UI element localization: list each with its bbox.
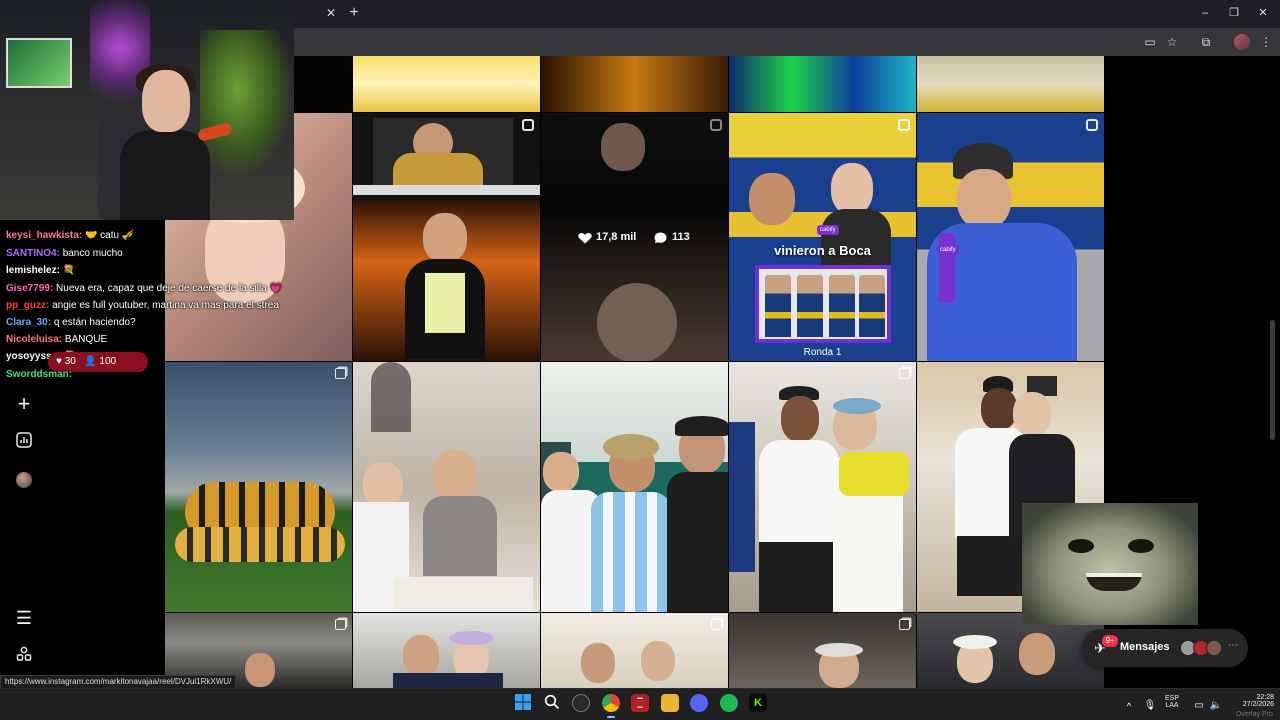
reel-title-text: vinieron a Boca <box>774 243 871 258</box>
carousel-icon <box>711 619 722 630</box>
chat-message: lemishelez: 💐 <box>6 265 76 276</box>
carousel-icon <box>899 368 910 379</box>
cat-meme-overlay <box>1022 503 1198 625</box>
reel-icon <box>710 119 722 131</box>
dashboard-chart-icon[interactable] <box>14 432 34 452</box>
profile-avatar[interactable] <box>16 472 32 488</box>
more-icon: ⋯ <box>1228 640 1238 651</box>
kick-icon[interactable]: K <box>749 694 767 712</box>
extensions-icon[interactable]: ⧉ <box>1198 34 1214 50</box>
create-plus-icon[interactable]: + <box>14 393 34 415</box>
obs-icon[interactable] <box>572 694 590 712</box>
chrome-icon[interactable] <box>602 694 620 712</box>
carousel-icon <box>899 619 910 630</box>
language-indicator[interactable]: ESP LAA <box>1160 695 1184 709</box>
screen: ✕ + – ❐ ✕ ▭ ☆ ⧉ ⋮ + ☰ 17,8 mil 113 cabif… <box>0 0 1280 720</box>
viewers-icon: 👤 <box>84 356 97 367</box>
windows-start-icon[interactable] <box>514 694 532 712</box>
chevron-up-icon[interactable]: ^ <box>1120 697 1138 715</box>
grid-tile[interactable] <box>729 613 916 688</box>
reel-icon <box>1086 119 1098 131</box>
search-icon[interactable] <box>543 694 561 712</box>
grid-tile[interactable] <box>353 113 540 361</box>
grid-tile[interactable] <box>541 56 728 112</box>
network-icon[interactable]: ▭ <box>1190 697 1208 715</box>
unread-badge: 9+ <box>1102 635 1118 647</box>
streamer-webcam <box>0 0 294 220</box>
browser-profile-avatar[interactable] <box>1234 34 1250 50</box>
volume-icon[interactable]: 🔈 <box>1207 697 1225 715</box>
grid-tile[interactable] <box>729 56 916 112</box>
streamer <box>120 64 233 220</box>
heart-icon: ♥ <box>56 356 62 367</box>
carousel-icon <box>335 368 346 379</box>
page-scrollbar[interactable] <box>1270 320 1275 440</box>
reel-icon <box>898 119 910 131</box>
messages-label: Mensajes <box>1120 641 1170 653</box>
comment-icon <box>654 232 667 244</box>
new-tab-button[interactable]: + <box>346 4 362 22</box>
kebab-menu-icon[interactable]: ⋮ <box>1258 34 1274 50</box>
players-card <box>755 265 891 343</box>
profile-posts-grid: 17,8 mil 113 cabify vinieron a Boca Rond… <box>165 56 1105 688</box>
chat-message: Sworddsman: <box>6 369 73 380</box>
cast-icon[interactable]: ▭ <box>1142 34 1158 50</box>
heart-icon <box>578 233 592 244</box>
grid-tile[interactable] <box>917 56 1104 112</box>
grid-tile[interactable]: cabify <box>917 113 1104 361</box>
tab-close-icon[interactable]: ✕ <box>324 6 338 20</box>
chat-message: Nicoleluisa: BANQUE <box>6 334 108 345</box>
clock[interactable]: 22:28 27/2/2026 <box>1224 694 1274 708</box>
multitwitch-icon[interactable]: ▬ ▬ <box>631 694 649 712</box>
discord-icon[interactable] <box>690 694 708 712</box>
likes-count: 17,8 mil <box>596 231 637 243</box>
watermark: Overlay Pro <box>1236 711 1273 718</box>
chat-message: pp_guzz: angie es full youtuber, martina… <box>6 300 279 311</box>
cabify-mic-label: cabify <box>937 245 959 255</box>
grid-tile[interactable]: 17,8 mil 113 <box>541 113 728 361</box>
star-icon[interactable]: ☆ <box>1164 34 1180 50</box>
chat-message: keysi_hawkista: 🤝 catu 🎺 <box>6 230 135 241</box>
close-window-button[interactable]: ✕ <box>1254 6 1272 20</box>
webcam-monitor <box>6 38 72 88</box>
comments-count: 113 <box>672 231 690 243</box>
cabify-mic-label: cabify <box>817 225 839 235</box>
file-explorer-icon[interactable] <box>661 694 679 712</box>
grid-tile[interactable] <box>541 362 728 612</box>
messages-button[interactable]: ✈ 9+ Mensajes ⋯ <box>1082 629 1248 667</box>
spotify-icon[interactable] <box>720 694 738 712</box>
chat-message: SANTINO4: banco mucho <box>6 248 123 259</box>
avatar <box>1206 640 1222 656</box>
grid-tile[interactable] <box>729 362 916 612</box>
grid-tile[interactable] <box>353 56 540 112</box>
active-app-indicator <box>607 716 615 718</box>
minimize-button[interactable]: – <box>1196 6 1214 20</box>
chat-message: Clara_30: q están haciendo? <box>6 317 136 328</box>
chat-message: Gise7799: Nueva era, capaz que deje de c… <box>6 283 282 294</box>
grid-tile[interactable] <box>353 613 540 688</box>
carousel-icon <box>335 619 346 630</box>
grid-tile[interactable] <box>353 362 540 612</box>
reel-icon <box>522 119 534 131</box>
apps-icon[interactable] <box>14 646 34 666</box>
more-menu-icon[interactable]: ☰ <box>14 608 34 628</box>
restore-button[interactable]: ❐ <box>1225 6 1243 20</box>
round-label: Ronda 1 <box>803 347 842 358</box>
grid-tile[interactable]: cabify vinieron a Boca Ronda 1 <box>729 113 916 361</box>
grid-tile[interactable] <box>541 613 728 688</box>
microphone-icon[interactable]: 🎙 <box>1141 697 1159 715</box>
status-bar-url: https://www.instagram.com/markitonavajaa… <box>0 675 237 689</box>
grid-tile[interactable] <box>165 362 352 612</box>
